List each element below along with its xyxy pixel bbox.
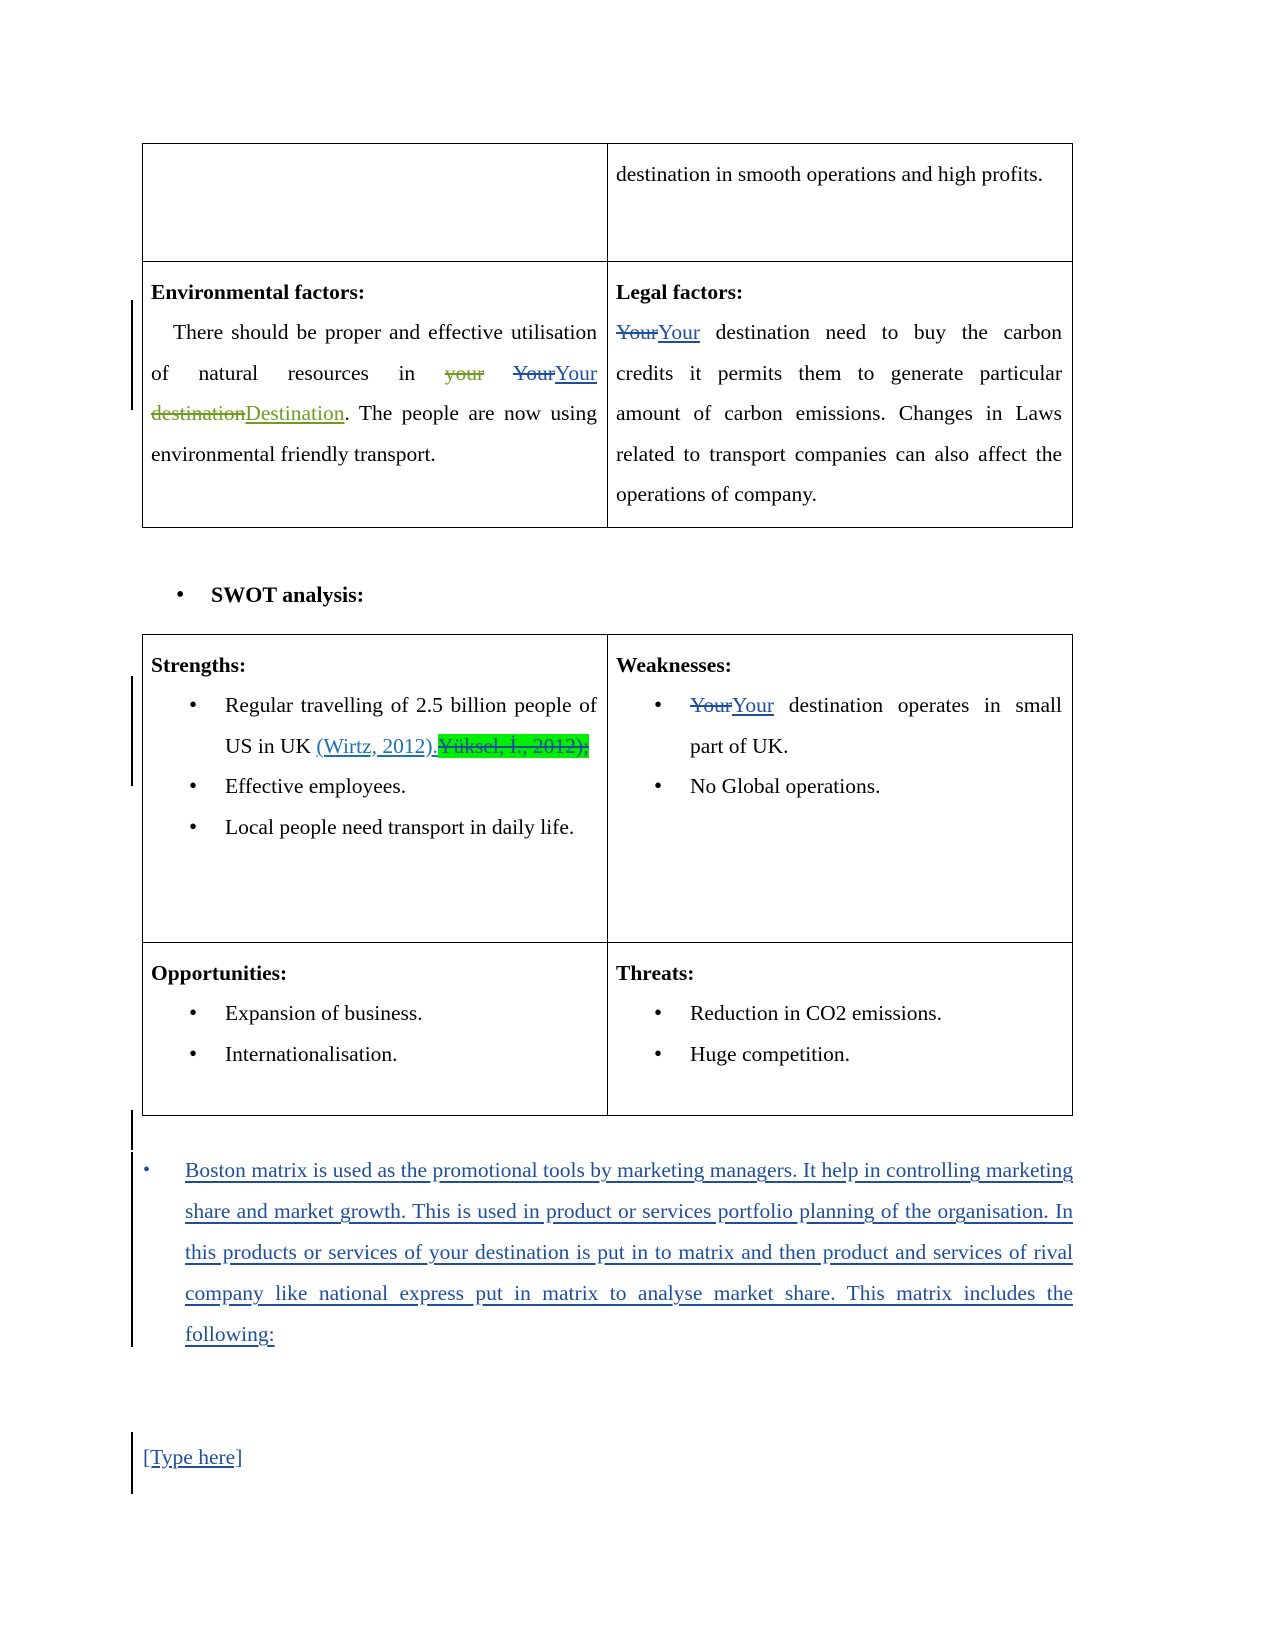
pestle-continuation-text: destination in smooth operations and hig…: [616, 162, 1043, 186]
list-item: YourYour destination operates in small p…: [650, 685, 1062, 766]
change-bar-environmental: [131, 300, 133, 410]
environmental-factors-heading: Environmental factors:: [151, 280, 365, 304]
threats-cell: Threats: Reduction in CO2 emissions. Hug…: [607, 942, 1073, 1116]
environmental-factors-cell: Environmental factors: There should be p…: [142, 261, 608, 528]
weakness-2-text: No Global operations.: [690, 774, 881, 798]
list-item: No Global operations.: [650, 766, 1062, 807]
list-item: Regular travelling of 2.5 billion people…: [185, 685, 597, 766]
pestle-table: destination in smooth operations and hig…: [142, 143, 1073, 528]
swot-analysis-label: SWOT analysis:: [211, 582, 365, 607]
strength-3-text: Local people need transport in daily lif…: [225, 814, 575, 839]
strength-1-citation-inserted: (Wirtz, 2012).: [316, 733, 438, 758]
strength-2-text: Effective employees.: [225, 774, 407, 798]
change-bar-footer: [131, 1432, 133, 1494]
table-row: Strengths: Regular travelling of 2.5 bil…: [142, 634, 1073, 943]
threat-1-text: Reduction in CO2 emissions.: [690, 1001, 943, 1025]
table-row: Opportunities: Expansion of business. In…: [142, 942, 1073, 1116]
bullet-icon: •: [176, 582, 185, 608]
legal-inserted-your: Your: [658, 320, 701, 344]
strengths-cell: Strengths: Regular travelling of 2.5 bil…: [142, 634, 608, 943]
legal-deleted-your: Your: [616, 320, 659, 344]
swot-table: Strengths: Regular travelling of 2.5 bil…: [142, 634, 1073, 1116]
change-bar-strengths: [131, 676, 133, 786]
opportunity-1-text: Expansion of business.: [225, 1001, 423, 1025]
env-deleted-your-upper: Your: [512, 360, 555, 385]
opportunities-cell: Opportunities: Expansion of business. In…: [142, 942, 608, 1116]
strength-1-citation-deleted: Yüksel, İ., 2012);: [437, 733, 589, 758]
threats-heading: Threats:: [616, 961, 695, 985]
legal-factors-heading: Legal factors:: [616, 280, 744, 304]
change-bar-boston: [131, 1152, 133, 1347]
footer-type-here[interactable]: [Type here]: [143, 1440, 242, 1474]
boston-matrix-text: Boston matrix is used as the promotional…: [185, 1158, 1073, 1346]
env-deleted-your-lower: your: [444, 360, 485, 385]
opportunity-2-text: Internationalisation.: [225, 1041, 398, 1066]
pestle-continuation-left-cell: [142, 143, 608, 262]
threats-list: Reduction in CO2 emissions. Huge competi…: [616, 993, 1062, 1074]
environmental-factors-text: There should be proper and effective uti…: [151, 312, 597, 474]
list-item: Local people need transport in daily lif…: [185, 807, 597, 848]
legal-text-run: destination need to buy the carbon credi…: [616, 320, 1062, 506]
bullet-icon: •: [143, 1159, 151, 1181]
env-inserted-destination: Destination: [245, 401, 345, 425]
weaknesses-cell: Weaknesses: YourYour destination operate…: [607, 634, 1073, 943]
table-row: destination in smooth operations and hig…: [142, 143, 1073, 262]
strengths-list: Regular travelling of 2.5 billion people…: [151, 685, 597, 847]
weakness-1-inserted-your: Your: [732, 693, 775, 717]
list-item: Effective employees.: [185, 766, 597, 807]
table-row: Environmental factors: There should be p…: [142, 261, 1073, 528]
legal-factors-text: YourYour destination need to buy the car…: [616, 312, 1062, 515]
env-inserted-your-upper: Your: [554, 360, 598, 385]
strengths-heading: Strengths:: [151, 653, 247, 677]
document-page: destination in smooth operations and hig…: [0, 0, 1275, 1650]
boston-matrix-paragraph: • Boston matrix is used as the promotion…: [143, 1150, 1073, 1355]
legal-factors-cell: Legal factors: YourYour destination need…: [607, 261, 1073, 528]
weaknesses-list: YourYour destination operates in small p…: [616, 685, 1062, 807]
change-bar-afterswot: [131, 1110, 133, 1150]
pestle-continuation-right-cell: destination in smooth operations and hig…: [607, 143, 1073, 262]
weaknesses-heading: Weaknesses:: [616, 653, 732, 677]
list-item: Reduction in CO2 emissions.: [650, 993, 1062, 1034]
opportunities-list: Expansion of business. Internationalisat…: [151, 993, 597, 1074]
list-item: Huge competition.: [650, 1034, 1062, 1075]
env-deleted-destination: destination: [151, 401, 246, 425]
opportunities-heading: Opportunities:: [151, 961, 288, 985]
list-item: Expansion of business.: [185, 993, 597, 1034]
weakness-1-deleted-your: Your: [690, 693, 733, 717]
threat-2-text: Huge competition.: [690, 1041, 851, 1066]
list-item: Internationalisation.: [185, 1034, 597, 1075]
